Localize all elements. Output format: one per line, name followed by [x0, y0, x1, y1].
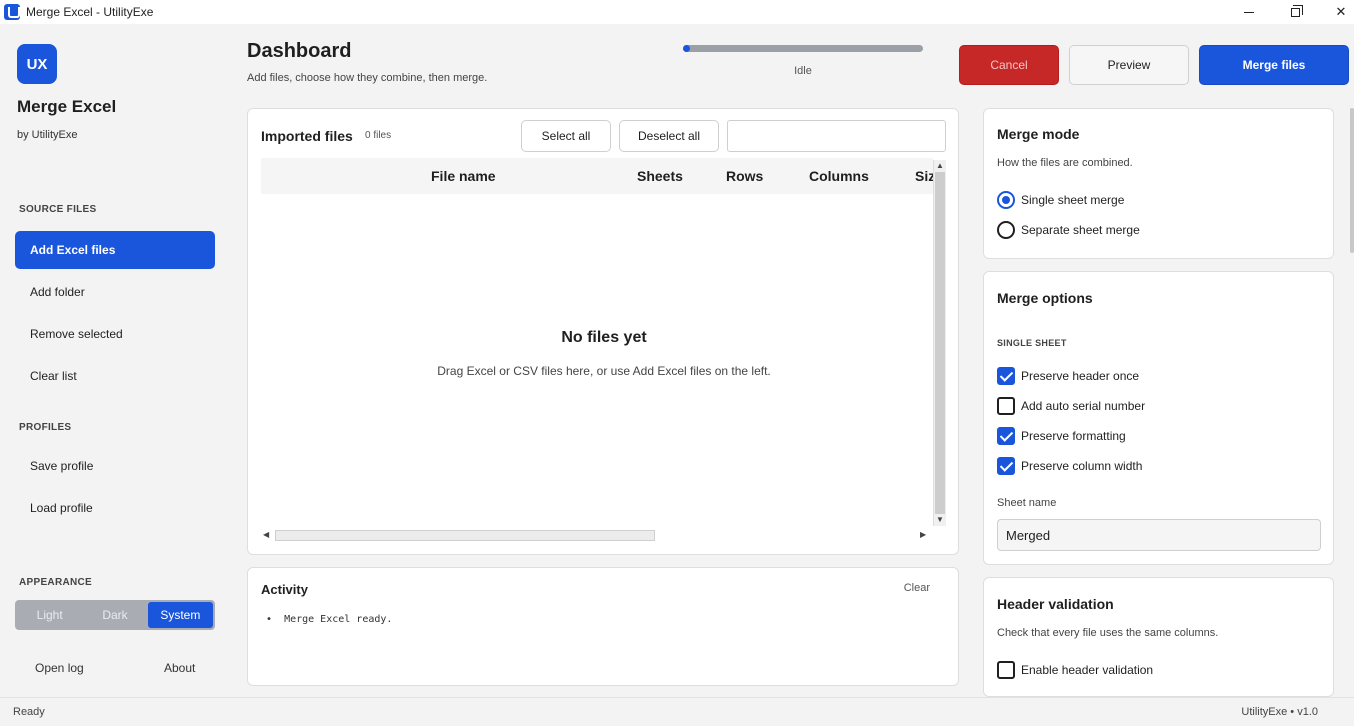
select-all-button[interactable]: Select all — [521, 120, 611, 152]
separate-sheet-label: Separate sheet merge — [1021, 223, 1140, 237]
imported-files-title: Imported files — [261, 128, 353, 144]
restore-icon — [1290, 4, 1303, 17]
enable-header-validation-option[interactable]: Enable header validation — [997, 661, 1153, 679]
header-validation-checkbox[interactable] — [997, 661, 1015, 679]
empty-state-hint: Drag Excel or CSV files here, or use Add… — [437, 364, 771, 378]
merge-options-panel: Merge options SINGLE SHEET Preserve head… — [983, 271, 1334, 565]
activity-panel: Activity Clear • Merge Excel ready. — [247, 567, 959, 686]
column-rows[interactable]: Rows — [726, 168, 763, 184]
vertical-scrollbar[interactable]: ▲ ▼ — [933, 160, 946, 526]
activity-entry-text: Merge Excel ready. — [284, 614, 393, 625]
close-button[interactable]: ✕ — [1318, 0, 1354, 24]
vertical-scroll-thumb[interactable] — [935, 172, 945, 514]
appearance-toggle: Light Dark System — [15, 600, 215, 630]
preserve-header-checkbox[interactable] — [997, 367, 1015, 385]
merge-files-button[interactable]: Merge files — [1199, 45, 1349, 85]
column-sheets[interactable]: Sheets — [637, 168, 683, 184]
load-profile-button[interactable]: Load profile — [15, 489, 215, 527]
single-sheet-label: Single sheet merge — [1021, 193, 1125, 207]
single-sheet-merge-option[interactable]: Single sheet merge — [997, 191, 1124, 209]
preserve-column-width-label: Preserve column width — [1021, 459, 1143, 473]
scroll-down-icon[interactable]: ▼ — [936, 515, 944, 525]
window-title: Merge Excel - UtilityExe — [26, 5, 154, 19]
cancel-button[interactable]: Cancel — [959, 45, 1059, 85]
appearance-label: APPEARANCE — [19, 577, 93, 588]
horizontal-scrollbar[interactable]: ◀ ▶ — [261, 528, 932, 542]
save-profile-button[interactable]: Save profile — [15, 447, 215, 485]
scroll-left-icon[interactable]: ◀ — [263, 530, 269, 540]
auto-serial-checkbox[interactable] — [997, 397, 1015, 415]
file-filter-input[interactable] — [727, 120, 946, 152]
appearance-system[interactable]: System — [147, 602, 213, 628]
header-validation-title: Header validation — [997, 596, 1114, 612]
app-icon — [4, 4, 20, 20]
merge-mode-title: Merge mode — [997, 126, 1080, 142]
header-validation-subtitle: Check that every file uses the same colu… — [997, 627, 1219, 639]
progress-status: Idle — [794, 65, 812, 77]
sheet-name-input[interactable]: Merged — [997, 519, 1321, 551]
preserve-column-width-checkbox[interactable] — [997, 457, 1015, 475]
merge-mode-subtitle: How the files are combined. — [997, 157, 1133, 169]
single-sheet-caption: SINGLE SHEET — [997, 338, 1067, 348]
maximize-button[interactable] — [1272, 0, 1318, 24]
activity-entry: • Merge Excel ready. — [266, 614, 393, 625]
remove-selected-button[interactable]: Remove selected — [15, 315, 215, 353]
column-file-name[interactable]: File name — [431, 168, 496, 184]
status-text: Ready — [13, 706, 45, 718]
version-text: UtilityExe • v1.0 — [1241, 706, 1318, 718]
minimize-button[interactable] — [1226, 0, 1272, 24]
merge-mode-panel: Merge mode How the files are combined. S… — [983, 108, 1334, 259]
page-subtitle: Add files, choose how they combine, then… — [247, 72, 488, 84]
activity-title: Activity — [261, 582, 308, 597]
app-by-line: by UtilityExe — [17, 129, 78, 141]
empty-state-title: No files yet — [561, 329, 647, 346]
separate-sheet-merge-option[interactable]: Separate sheet merge — [997, 221, 1140, 239]
file-count: 0 files — [365, 130, 392, 141]
open-log-link[interactable]: Open log — [35, 661, 84, 675]
auto-serial-label: Add auto serial number — [1021, 399, 1146, 413]
source-files-label: SOURCE FILES — [19, 204, 97, 215]
about-link[interactable]: About — [164, 661, 195, 675]
add-excel-files-button[interactable]: Add Excel files — [15, 231, 215, 269]
single-sheet-radio[interactable] — [997, 191, 1015, 209]
appearance-dark[interactable]: Dark — [82, 602, 147, 628]
preserve-formatting-checkbox[interactable] — [997, 427, 1015, 445]
app-name: Merge Excel — [17, 97, 117, 116]
scroll-up-icon[interactable]: ▲ — [936, 161, 944, 171]
preserve-header-option[interactable]: Preserve header once — [997, 367, 1139, 385]
app-logo: UX — [17, 44, 57, 84]
add-folder-button[interactable]: Add folder — [15, 273, 215, 311]
preserve-formatting-label: Preserve formatting — [1021, 429, 1126, 443]
header-validation-panel: Header validation Check that every file … — [983, 577, 1334, 697]
separate-sheet-radio[interactable] — [997, 221, 1015, 239]
sidebar: UX Merge Excel by UtilityExe SOURCE FILE… — [0, 24, 231, 697]
scroll-right-icon[interactable]: ▶ — [920, 530, 926, 540]
header-validation-label: Enable header validation — [1021, 663, 1154, 677]
page-title: Dashboard — [247, 40, 352, 62]
progress-fill — [683, 45, 690, 52]
preserve-header-label: Preserve header once — [1021, 369, 1140, 383]
imported-files-panel: Imported files 0 files Select all Desele… — [247, 108, 959, 555]
column-size[interactable]: Size — [915, 168, 933, 184]
status-bar: Ready UtilityExe • v1.0 — [0, 697, 1354, 726]
table-header: File name Sheets Rows Columns Size — [261, 158, 933, 194]
clear-activity-button[interactable]: Clear — [904, 582, 930, 594]
auto-serial-option[interactable]: Add auto serial number — [997, 397, 1145, 415]
preserve-formatting-option[interactable]: Preserve formatting — [997, 427, 1126, 445]
sheet-name-label: Sheet name — [997, 497, 1057, 509]
profiles-label: PROFILES — [19, 422, 72, 433]
close-icon: ✕ — [1335, 4, 1347, 19]
column-columns[interactable]: Columns — [809, 168, 869, 184]
merge-progress-bar — [683, 45, 923, 52]
merge-options-title: Merge options — [997, 290, 1093, 306]
options-scrollbar[interactable] — [1350, 108, 1354, 253]
preview-button[interactable]: Preview — [1069, 45, 1189, 85]
preserve-column-width-option[interactable]: Preserve column width — [997, 457, 1142, 475]
clear-list-button[interactable]: Clear list — [15, 357, 215, 395]
horizontal-scroll-thumb[interactable] — [275, 530, 655, 541]
title-bar: Merge Excel - UtilityExe ✕ — [0, 0, 1354, 24]
deselect-all-button[interactable]: Deselect all — [619, 120, 719, 152]
minimize-icon — [1244, 11, 1254, 13]
appearance-light[interactable]: Light — [17, 602, 82, 628]
